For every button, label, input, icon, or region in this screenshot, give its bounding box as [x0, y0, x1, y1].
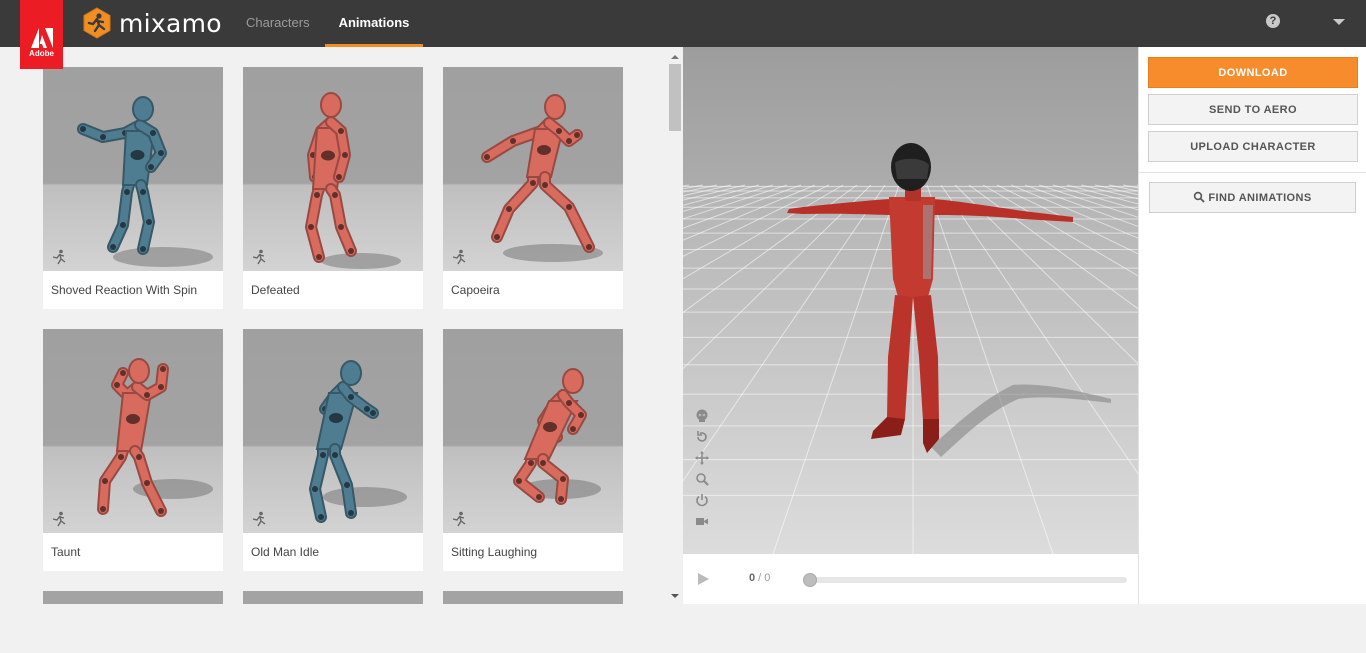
panel-divider [1139, 172, 1366, 173]
reset-view-icon[interactable] [695, 430, 709, 444]
frame-counter: 0 / 0 [749, 572, 770, 584]
viewport-tools [695, 409, 711, 535]
animation-card[interactable]: Capoeira [443, 67, 623, 309]
animation-card[interactable]: Sitting Laughing [443, 329, 623, 571]
find-animations-label: FIND ANIMATIONS [1208, 192, 1312, 204]
action-panel: DOWNLOAD SEND TO AERO UPLOAD CHARACTER F… [1138, 47, 1366, 604]
page-footer [0, 604, 1366, 653]
timeline-track[interactable] [806, 577, 1127, 583]
upload-character-button[interactable]: UPLOAD CHARACTER [1148, 131, 1358, 162]
animation-run-icon [452, 249, 466, 265]
adobe-a-icon [30, 28, 53, 48]
scroll-up-icon[interactable] [671, 55, 679, 59]
animation-run-icon [252, 511, 266, 527]
power-icon[interactable] [695, 493, 709, 507]
zoom-icon[interactable] [695, 472, 709, 486]
animation-card[interactable]: Taunt [43, 329, 223, 571]
skeleton-icon[interactable] [695, 409, 709, 423]
animation-card[interactable]: Shoved Reaction With Spin [43, 67, 223, 309]
tab-characters[interactable]: Characters [232, 0, 324, 47]
animation-thumbnail [243, 329, 423, 533]
animation-card-partial[interactable] [43, 591, 223, 604]
scroll-down-icon[interactable] [671, 594, 679, 598]
animation-name: Shoved Reaction With Spin [51, 283, 198, 297]
grid-scrollbar[interactable] [669, 53, 681, 601]
play-icon[interactable] [698, 573, 709, 585]
animation-thumbnail [43, 67, 223, 271]
scrollbar-thumb[interactable] [669, 64, 681, 131]
find-animations-button[interactable]: FIND ANIMATIONS [1149, 182, 1356, 213]
viewport-scene [683, 47, 1138, 554]
help-icon[interactable]: ? [1266, 14, 1280, 28]
animation-card-partial[interactable] [443, 591, 623, 604]
frame-separator: / [755, 572, 765, 584]
animation-card[interactable]: Defeated [243, 67, 423, 309]
animation-name: Sitting Laughing [451, 545, 538, 559]
camera-icon[interactable] [695, 514, 709, 528]
animation-run-icon [452, 511, 466, 527]
animation-run-icon [52, 249, 66, 265]
frame-total: 0 [764, 572, 771, 584]
character-viewport[interactable] [683, 47, 1138, 554]
adobe-label: Adobe [29, 49, 54, 58]
main-nav: Characters Animations [232, 0, 424, 47]
mixamo-hexagon-icon [83, 7, 111, 39]
account-dropdown-icon[interactable] [1333, 19, 1345, 25]
top-bar: mixamo Characters Animations ? [0, 0, 1366, 47]
animation-thumbnail [443, 67, 623, 271]
animation-thumbnail [443, 329, 623, 533]
animation-run-icon [252, 249, 266, 265]
animation-name: Taunt [51, 545, 81, 559]
download-button[interactable]: DOWNLOAD [1148, 57, 1358, 88]
animation-card[interactable]: Old Man Idle [243, 329, 423, 571]
tab-animations[interactable]: Animations [324, 0, 424, 47]
playback-bar: 0 / 0 [683, 554, 1138, 604]
adobe-logo[interactable]: Adobe [20, 0, 63, 69]
animation-grid: Shoved Reaction With Spin Defeated Capoe… [0, 47, 683, 604]
pan-icon[interactable] [695, 451, 709, 465]
animation-name: Defeated [251, 283, 300, 297]
animation-name: Capoeira [451, 283, 500, 297]
timeline-scrubber[interactable] [803, 573, 817, 587]
animation-card-partial[interactable] [243, 591, 423, 604]
send-to-aero-button[interactable]: SEND TO AERO [1148, 94, 1358, 125]
animation-run-icon [52, 511, 66, 527]
animation-name: Old Man Idle [251, 545, 320, 559]
app-name: mixamo [119, 8, 222, 38]
animation-thumbnail [243, 67, 423, 271]
search-icon [1194, 191, 1206, 203]
mixamo-logo[interactable]: mixamo [82, 6, 222, 40]
animation-thumbnail [43, 329, 223, 533]
